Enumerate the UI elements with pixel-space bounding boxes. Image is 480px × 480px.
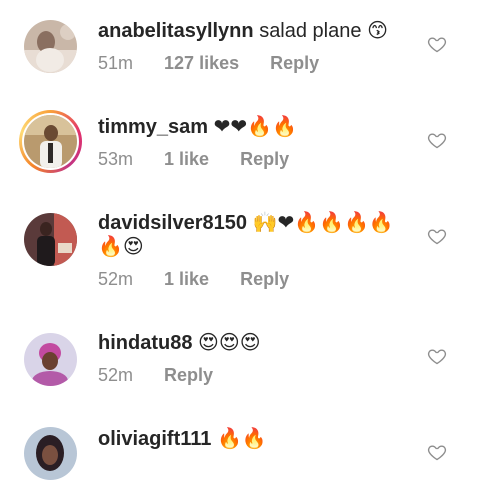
avatar[interactable]: [24, 333, 77, 386]
likes-count[interactable]: 127 likes: [164, 53, 239, 73]
reply-button[interactable]: Reply: [240, 269, 289, 289]
reply-button[interactable]: Reply: [240, 149, 289, 169]
reply-button[interactable]: Reply: [270, 53, 319, 73]
heart-outline-icon[interactable]: [427, 34, 447, 54]
heart-outline-icon[interactable]: [427, 226, 447, 246]
comment-emoji: 🔥🔥: [216, 426, 267, 450]
likes-count[interactable]: 1 like: [164, 149, 209, 169]
likes-count[interactable]: 1 like: [164, 269, 209, 289]
comment-username[interactable]: timmy_sam: [98, 116, 208, 138]
heart-outline-icon[interactable]: [427, 130, 447, 150]
heart-outline-icon[interactable]: [427, 442, 447, 462]
story-ring[interactable]: [19, 110, 82, 173]
comment-username[interactable]: davidsilver8150: [98, 212, 247, 234]
heart-outline-icon[interactable]: [427, 346, 447, 366]
comment-emoji: 🙌❤🔥🔥🔥🔥: [252, 210, 394, 234]
comment-timestamp: 52m: [98, 365, 134, 385]
comment-timestamp: 53m: [98, 149, 134, 169]
comment-timestamp: 52m: [98, 269, 134, 289]
avatar[interactable]: [24, 20, 77, 73]
comment-emoji: ❤❤🔥🔥: [213, 114, 297, 138]
comment-timestamp: 51m: [98, 53, 134, 73]
avatar[interactable]: [24, 213, 77, 266]
comment-emoji: 😍😍😍: [198, 330, 261, 354]
comment-username[interactable]: oliviagift111: [98, 428, 211, 450]
comment-username[interactable]: anabelitasyllynn: [98, 20, 254, 42]
avatar[interactable]: [24, 115, 77, 168]
comment-emoji: 😙: [367, 18, 388, 42]
avatar[interactable]: [24, 427, 77, 480]
comment-text: salad plane: [259, 20, 362, 42]
comment-emoji-line2: 🔥😍: [98, 234, 144, 258]
comment-username[interactable]: hindatu88: [98, 332, 192, 354]
reply-button[interactable]: Reply: [164, 365, 213, 385]
